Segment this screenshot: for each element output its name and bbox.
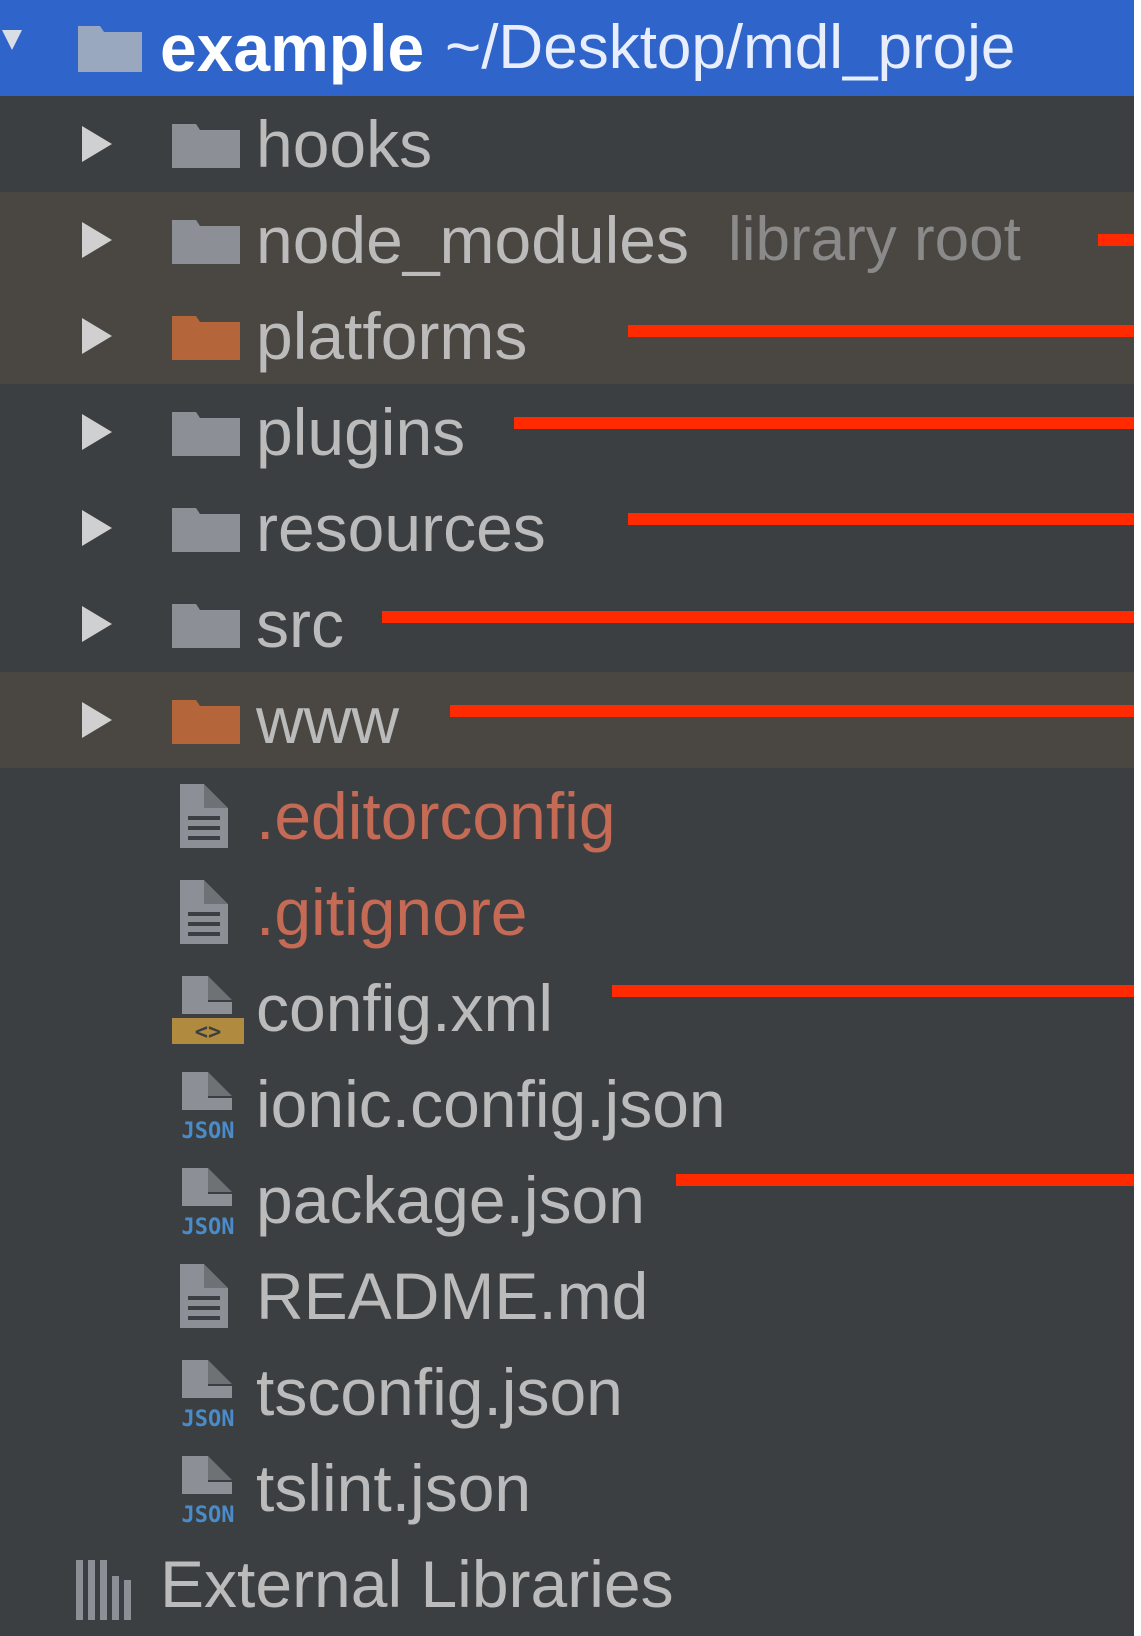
json-badge: JSON [182, 1215, 235, 1240]
tree-item-label: hooks [256, 107, 433, 181]
xml-badge: <> [195, 1020, 222, 1045]
json-file-icon: JSON [182, 1072, 235, 1144]
tree-item-label: ionic.config.json [256, 1067, 726, 1141]
tree-row-folder-plugins[interactable]: plugins [0, 384, 1134, 480]
xml-file-icon: <> [172, 976, 244, 1045]
library-icon [76, 1560, 131, 1620]
project-tree: example ~/Desktop/mdl_proje hooks node_m… [0, 0, 1134, 1636]
chevron-right-icon[interactable] [78, 480, 118, 576]
annotation-line [450, 705, 1134, 717]
chevron-right-icon[interactable] [78, 96, 118, 192]
chevron-right-icon[interactable] [78, 672, 118, 768]
tree-row-file-config-xml[interactable]: <> config.xml [0, 960, 1134, 1056]
project-name: example [160, 11, 425, 85]
tree-item-label: External Libraries [160, 1547, 674, 1621]
folder-icon [172, 604, 240, 648]
folder-icon [172, 220, 240, 264]
chevron-right-icon[interactable] [78, 192, 118, 288]
tree-item-label: tslint.json [256, 1451, 532, 1525]
tree-row-project-root[interactable]: example ~/Desktop/mdl_proje [0, 0, 1134, 96]
library-root-hint: library root [728, 205, 1021, 274]
tree-item-label: config.xml [256, 971, 554, 1045]
tree-item-label: .gitignore [256, 875, 528, 949]
excluded-folder-icon [172, 316, 240, 360]
chevron-right-icon[interactable] [78, 384, 118, 480]
tree-item-label: www [256, 683, 399, 757]
tree-item-label: plugins [256, 395, 466, 469]
project-path: ~/Desktop/mdl_proje [445, 13, 1016, 82]
json-file-icon: JSON [182, 1168, 235, 1240]
folder-icon [78, 26, 142, 72]
text-file-icon [180, 784, 228, 848]
tree-item-label: resources [256, 491, 546, 565]
tree-row-file-tsconfig-json[interactable]: JSON tsconfig.json [0, 1344, 1134, 1440]
annotation-line [382, 611, 1134, 623]
chevron-right-icon[interactable] [78, 288, 118, 384]
tree-item-label: tsconfig.json [256, 1355, 623, 1429]
annotation-line [514, 417, 1134, 429]
annotation-line [676, 1174, 1134, 1186]
excluded-folder-icon [172, 700, 240, 744]
tree-row-external-libraries[interactable]: External Libraries [0, 1536, 1134, 1632]
tree-row-folder-www[interactable]: www [0, 672, 1134, 768]
json-badge: JSON [182, 1407, 235, 1432]
tree-row-folder-platforms[interactable]: platforms [0, 288, 1134, 384]
annotation-line [628, 513, 1134, 525]
tree-item-label: README.md [256, 1259, 649, 1333]
tree-item-label: node_modules [256, 203, 689, 277]
tree-row-file-tslint-json[interactable]: JSON tslint.json [0, 1440, 1134, 1536]
folder-icon [172, 124, 240, 168]
tree-item-label: platforms [256, 299, 528, 373]
tree-row-file-gitignore[interactable]: .gitignore [0, 864, 1134, 960]
tree-row-folder-hooks[interactable]: hooks [0, 96, 1134, 192]
tree-row-file-readme[interactable]: README.md [0, 1248, 1134, 1344]
annotation-line [612, 985, 1134, 997]
tree-item-label: src [256, 587, 344, 661]
text-file-icon [180, 1264, 228, 1328]
annotation-line [628, 325, 1134, 337]
annotation-line [1098, 234, 1134, 246]
json-badge: JSON [182, 1503, 235, 1528]
tree-row-folder-src[interactable]: src [0, 576, 1134, 672]
json-badge: JSON [182, 1119, 235, 1144]
tree-item-label: .editorconfig [256, 779, 616, 853]
folder-icon [172, 412, 240, 456]
text-file-icon [180, 880, 228, 944]
tree-row-folder-resources[interactable]: resources [0, 480, 1134, 576]
folder-icon [172, 508, 240, 552]
tree-row-folder-node-modules[interactable]: node_modules library root [0, 192, 1134, 288]
json-file-icon: JSON [182, 1456, 235, 1528]
chevron-down-icon[interactable] [0, 0, 38, 96]
tree-row-file-editorconfig[interactable]: .editorconfig [0, 768, 1134, 864]
chevron-right-icon[interactable] [78, 576, 118, 672]
json-file-icon: JSON [182, 1360, 235, 1432]
tree-row-file-package-json[interactable]: JSON package.json [0, 1152, 1134, 1248]
tree-row-file-ionic-config-json[interactable]: JSON ionic.config.json [0, 1056, 1134, 1152]
tree-item-label: package.json [256, 1163, 645, 1237]
